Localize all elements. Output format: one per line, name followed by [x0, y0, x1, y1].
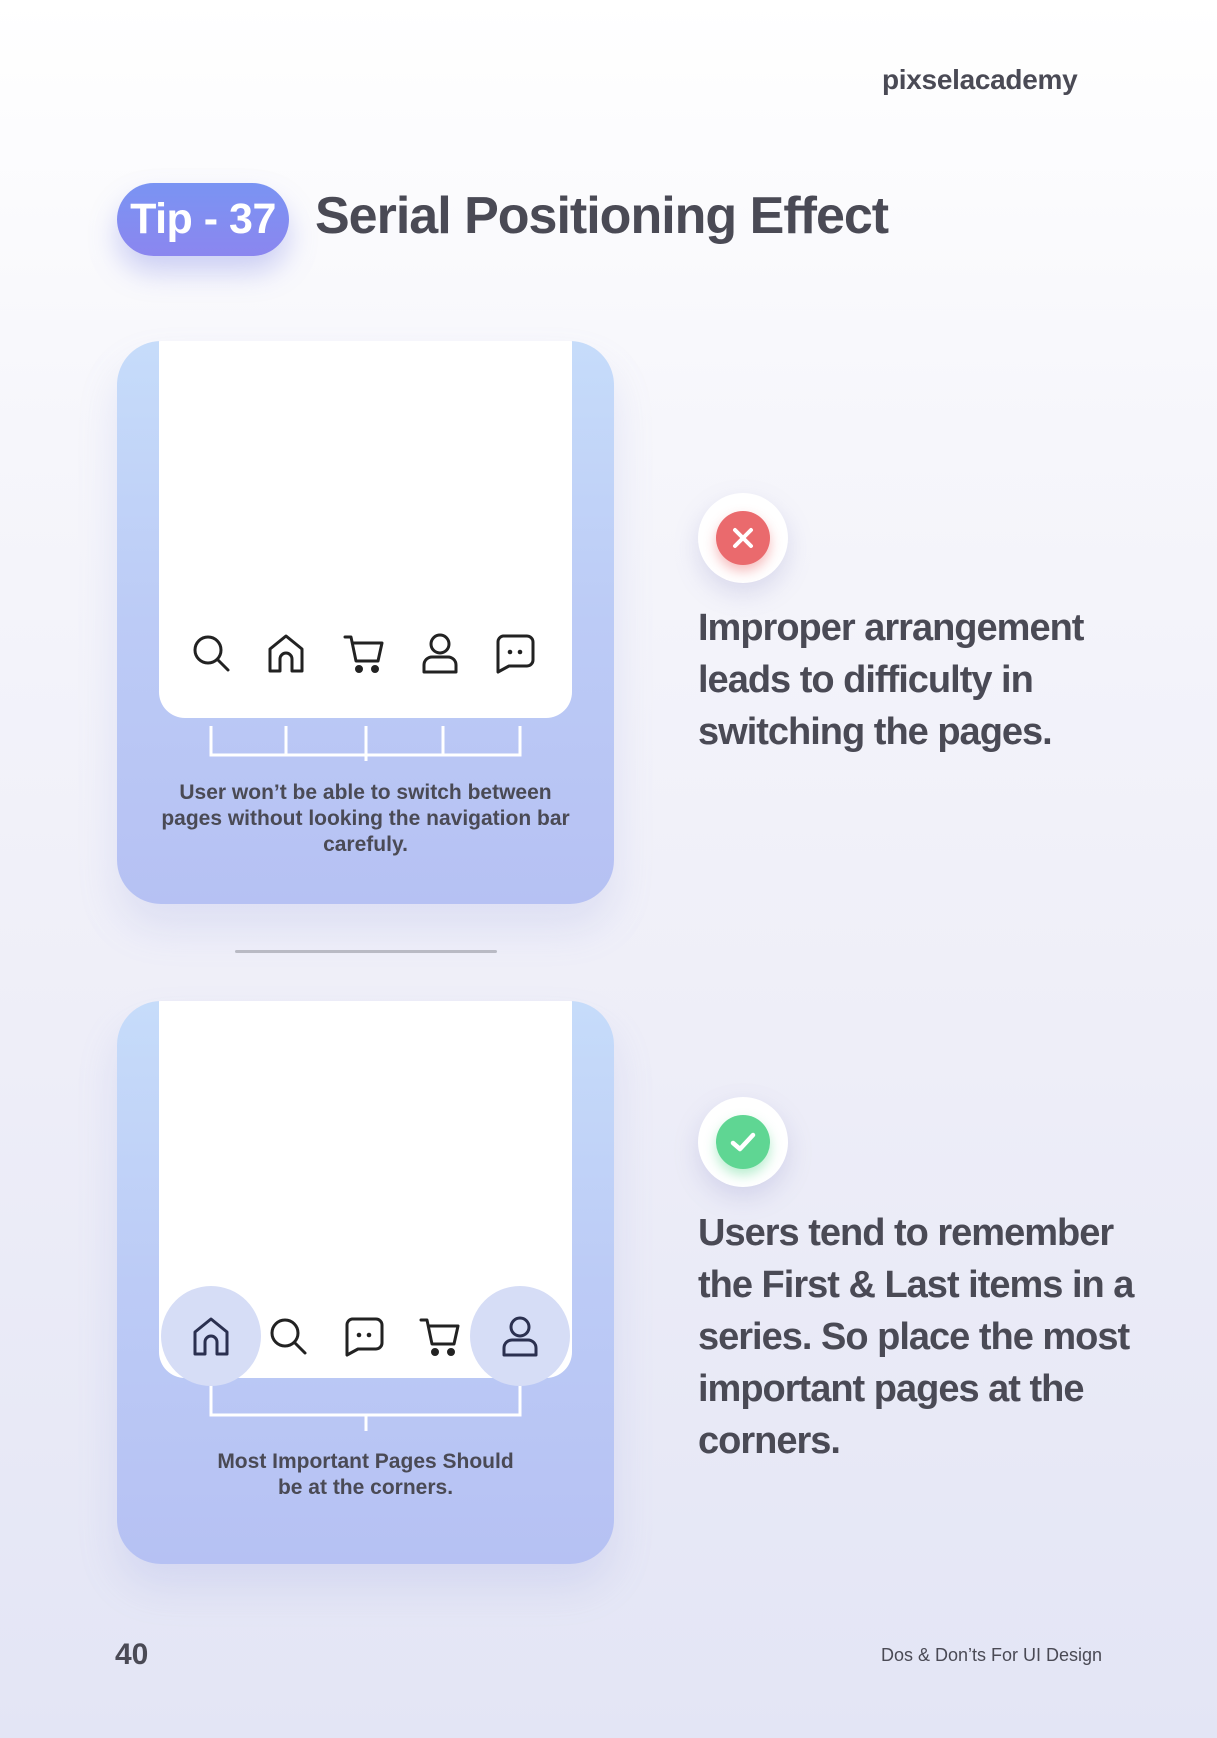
brand-name: pixselacademy — [882, 64, 1078, 95]
page-title: Serial Positioning Effect — [315, 187, 889, 245]
bad-statement: Improper arrangement leads to difficulty… — [698, 607, 1084, 753]
close-icon — [716, 511, 770, 565]
bad-example-card: User won’t be able to switch between pag… — [117, 341, 614, 904]
bracket-connector — [209, 1386, 522, 1431]
tip-badge: Tip - 37 — [117, 183, 289, 256]
good-example-caption: Most Important Pages Should be at the co… — [217, 1450, 514, 1499]
good-statement: Users tend to remember the First & Last … — [698, 1212, 1134, 1462]
good-status-marker — [698, 1097, 788, 1187]
bad-example-caption: User won’t be able to switch between pag… — [161, 781, 570, 856]
good-example-card: Most Important Pages Should be at the co… — [117, 1001, 614, 1564]
check-icon — [716, 1115, 770, 1169]
page-number: 40 — [115, 1638, 149, 1671]
bad-status-marker — [698, 493, 788, 583]
footer-document-title: Dos & Don’ts For UI Design — [881, 1645, 1103, 1665]
bracket-connector — [209, 726, 522, 761]
section-divider — [235, 950, 497, 953]
